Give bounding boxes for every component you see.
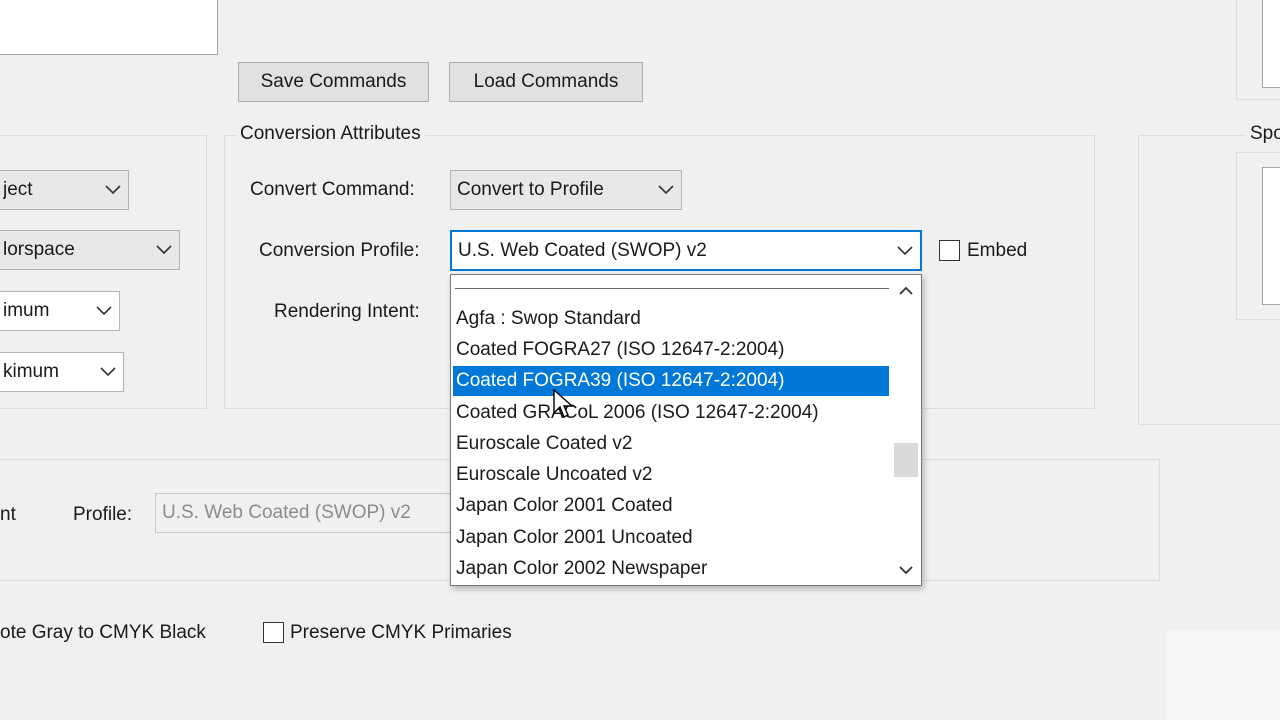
save-commands-button[interactable]: Save Commands <box>238 62 429 102</box>
dropdown-scrollbar[interactable] <box>891 275 921 585</box>
convert-command-value: Convert to Profile <box>457 179 604 200</box>
left-colorspace-select[interactable]: lorspace <box>0 230 180 270</box>
chevron-down-icon <box>98 171 128 209</box>
lower-left-label: nt <box>0 504 16 525</box>
chevron-down-icon <box>93 353 123 391</box>
right-top-field[interactable] <box>1262 0 1280 88</box>
conversion-profile-select[interactable]: U.S. Web Coated (SWOP) v2 <box>450 230 922 271</box>
left-minimum-select-value: imum <box>3 300 50 321</box>
conversion-profile-dropdown-list[interactable]: Agfa : Swop Standard Coated FOGRA27 (ISO… <box>450 274 922 586</box>
mouse-cursor-icon <box>553 389 574 418</box>
left-maximum-select-value: kimum <box>3 361 59 382</box>
chevron-down-icon <box>651 171 681 209</box>
list-item-selected[interactable]: Coated FOGRA39 (ISO 12647-2:2004) <box>453 366 889 396</box>
profile-select-disabled[interactable]: U.S. Web Coated (SWOP) v2 <box>155 493 485 533</box>
scroll-thumb[interactable] <box>894 443 918 477</box>
rendering-intent-label: Rendering Intent: <box>274 301 420 322</box>
conversion-profile-label: Conversion Profile: <box>259 240 420 261</box>
left-maximum-select[interactable]: kimum <box>0 352 124 392</box>
convert-command-label: Convert Command: <box>250 179 415 200</box>
spot-group-label: Spo <box>1246 123 1280 145</box>
chevron-up-icon <box>899 286 913 295</box>
promote-gray-label: ote Gray to CMYK Black <box>0 622 206 643</box>
load-commands-button[interactable]: Load Commands <box>449 62 643 102</box>
list-item[interactable]: Japan Color 2002 Newspaper <box>453 554 889 584</box>
preserve-cmyk-checkbox[interactable] <box>263 622 284 643</box>
list-item[interactable]: Japan Color 2001 Uncoated <box>453 523 889 553</box>
embed-checkbox[interactable] <box>939 240 960 261</box>
commands-text-area[interactable] <box>0 0 218 55</box>
convert-command-select[interactable]: Convert to Profile <box>450 170 682 210</box>
list-top-separator <box>455 288 889 289</box>
list-item[interactable]: Coated FOGRA27 (ISO 12647-2:2004) <box>453 335 889 365</box>
list-item[interactable]: Euroscale Coated v2 <box>453 429 889 459</box>
chevron-down-icon <box>89 292 119 330</box>
left-object-select[interactable]: ject <box>0 170 129 210</box>
list-item[interactable]: Euroscale Uncoated v2 <box>453 460 889 490</box>
list-item[interactable]: Japan Color 2001 Coated <box>453 491 889 521</box>
list-item[interactable]: Agfa : Swop Standard <box>453 304 889 334</box>
preserve-cmyk-label: Preserve CMYK Primaries <box>290 622 512 643</box>
chevron-down-icon <box>149 231 179 269</box>
left-colorspace-select-value: lorspace <box>3 239 75 260</box>
left-minimum-select[interactable]: imum <box>0 291 120 331</box>
conversion-profile-value: U.S. Web Coated (SWOP) v2 <box>458 239 707 261</box>
scroll-down-button[interactable] <box>891 557 921 583</box>
chevron-down-icon <box>890 232 920 269</box>
list-item[interactable]: Coated GRACoL 2006 (ISO 12647-2:2004) <box>453 398 889 428</box>
corner-overlay <box>1166 630 1280 720</box>
left-object-select-value: ject <box>3 179 33 200</box>
profile-label: Profile: <box>73 504 133 525</box>
right-list-box[interactable] <box>1262 167 1280 305</box>
window: Save Commands Load Commands Spo ject lor… <box>0 0 1280 720</box>
conversion-attributes-label: Conversion Attributes <box>236 123 425 145</box>
profile-select-value: U.S. Web Coated (SWOP) v2 <box>162 502 411 523</box>
scroll-up-button[interactable] <box>891 277 921 303</box>
embed-label: Embed <box>967 240 1028 261</box>
chevron-down-icon <box>899 565 913 574</box>
